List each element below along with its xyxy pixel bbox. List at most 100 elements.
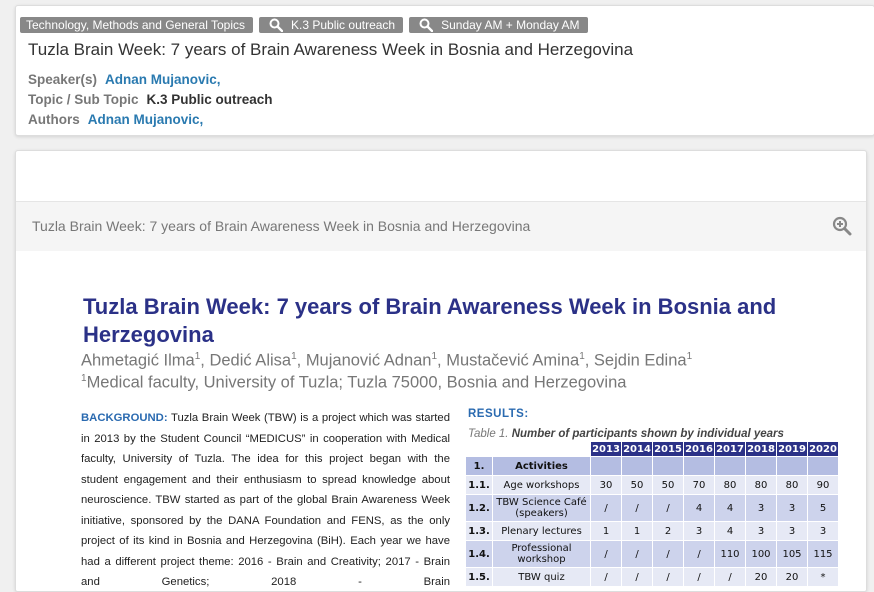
poster-viewer-card: Tuzla Brain Week: 7 years of Brain Aware… [15, 150, 867, 592]
tag-category-label: Technology, Methods and General Topics [26, 18, 246, 32]
value-cell: / [683, 567, 715, 587]
background-section: BACKGROUND: Tuzla Brain Week (TBW) is a … [81, 408, 450, 591]
value-cell: 110 [714, 540, 746, 568]
speaker-link[interactable]: Adnan Mujanovic, [105, 72, 221, 87]
value-cell: 3 [776, 521, 808, 541]
row-label-cell: Professional workshop [492, 540, 591, 568]
empty-cell [590, 456, 622, 476]
speakers-label: Speaker(s) [28, 72, 98, 87]
author-name: Mustačević Amina [446, 351, 580, 370]
author-sup: 1 [194, 351, 201, 362]
table-caption: Table 1. Number of participants shown by… [468, 428, 784, 440]
value-cell: 1 [621, 521, 653, 541]
row-label-cell: Age workshops [492, 475, 591, 495]
year-header-cell: 2018 [745, 441, 777, 457]
author-name: Mujanović Adnan [305, 351, 432, 370]
value-cell: 115 [807, 540, 839, 568]
results-label: RESULTS: [468, 408, 529, 420]
zoom-in-icon[interactable] [832, 216, 852, 236]
table-row: 1.1. Age workshops 30 50 50 70 80 80 80 90 [465, 475, 839, 495]
author-link[interactable]: Adnan Mujanovic, [88, 112, 204, 127]
table-row: 1.2. TBW Science Café (speakers) / //4 4 3 3 5 [465, 494, 839, 522]
poster-authors: Ahmetagić Ilma1, Dedić Alisa1, Mujanović… [81, 351, 693, 370]
value-cell: 20 [745, 567, 777, 587]
poster-title: Tuzla Brain Week: 7 years of Brain Aware… [83, 294, 777, 347]
value-cell: 80 [714, 475, 746, 495]
empty-cell [714, 456, 746, 476]
results-table: 2013 2014 2015 2016 2017 2018 2019 2020 1. Activi… [465, 441, 839, 587]
value-cell: 50 [621, 475, 653, 495]
value-cell: / [652, 567, 684, 587]
empty-cell [745, 456, 777, 476]
topic-label: Topic / Sub Topic [28, 92, 139, 107]
row-number-cell: 1.4. [465, 540, 493, 568]
row-number-cell: 1.1. [465, 475, 493, 495]
value-cell: / [652, 494, 684, 522]
value-cell: / [621, 540, 653, 568]
poster-image[interactable]: Tuzla Brain Week: 7 years of Brain Aware… [16, 251, 866, 591]
value-cell: 4 [714, 521, 746, 541]
author-name: Ahmetagić Ilma [81, 351, 195, 370]
affiliation-text: Medical faculty, University of Tuzla; Tu… [86, 373, 627, 392]
value-cell: 80 [745, 475, 777, 495]
author-name: Dedić Alisa [209, 351, 292, 370]
row-number-cell: 1.2. [465, 494, 493, 522]
value-cell: 4 [683, 494, 715, 522]
speakers-row: Speaker(s) Adnan Mujanovic, [28, 72, 221, 87]
value-cell: / [652, 540, 684, 568]
table-header-row: 2013 2014 2015 2016 2017 2018 2019 2020 [465, 441, 839, 457]
value-cell: 1 [590, 521, 622, 541]
value-cell: 20 [776, 567, 808, 587]
empty-cell [683, 456, 715, 476]
authors-label: Authors [28, 112, 80, 127]
empty-cell [621, 456, 653, 476]
year-header-cell: 2013 [590, 441, 622, 457]
poster-affiliation: 1Medical faculty, University of Tuzla; T… [81, 373, 626, 393]
row-label-cell: Plenary lectures [492, 521, 591, 541]
value-cell: 50 [652, 475, 684, 495]
table-corner-cell [492, 441, 591, 457]
author-sup: 1 [291, 351, 297, 362]
authors-row: Authors Adnan Mujanovic, [28, 112, 203, 127]
tag-list: Technology, Methods and General Topics K… [20, 17, 588, 33]
table-caption-prefix: Table 1. [468, 428, 509, 440]
author-sup: 1 [686, 351, 693, 362]
author-sup: 1 [431, 351, 438, 362]
value-cell: 3 [776, 494, 808, 522]
value-cell: 4 [714, 494, 746, 522]
table-corner-cell [465, 441, 493, 457]
value-cell: 5 [807, 494, 839, 522]
tag-topic-label: K.3 Public outreach [291, 18, 396, 32]
value-cell: / [590, 540, 622, 568]
year-header-cell: 2016 [683, 441, 715, 457]
value-cell: 90 [807, 475, 839, 495]
value-cell: 2 [652, 521, 684, 541]
value-cell: 3 [745, 494, 777, 522]
value-cell: 3 [683, 521, 715, 541]
row-number-cell: 1.5. [465, 567, 493, 587]
session-info-card: Technology, Methods and General Topics K… [15, 5, 874, 136]
tag-category[interactable]: Technology, Methods and General Topics [20, 17, 254, 33]
table-row: 1.4. Professional workshop / / //110 100 105 11… [465, 540, 839, 568]
author-sup: 1 [579, 351, 585, 362]
empty-cell [807, 456, 839, 476]
session-title: Tuzla Brain Week: 7 years of Brain Aware… [28, 40, 634, 59]
activity-number-cell: 1. [465, 456, 493, 476]
empty-cell [652, 456, 684, 476]
tag-session[interactable]: Sunday AM + Monday AM [409, 17, 588, 33]
value-cell: / [683, 540, 715, 568]
value-cell: 30 [590, 475, 622, 495]
poster-caption: Tuzla Brain Week: 7 years of Brain Aware… [32, 218, 531, 234]
year-header-cell: 2019 [776, 441, 808, 457]
value-cell: 105 [776, 540, 808, 568]
year-header-cell: 2014 [621, 441, 653, 457]
tag-topic[interactable]: K.3 Public outreach [259, 17, 404, 33]
table-row: 1.5. TBW quiz / / / //20 20 * [465, 567, 839, 587]
activity-label-cell: Activities [492, 456, 591, 476]
table-subheader-row: 1. Activities [465, 456, 839, 476]
table-row: 1.3. Plenary lectures 1 1 2 3 4 3 3 3 [465, 521, 839, 541]
author-name: Sejdin Edina [593, 351, 687, 370]
search-icon [419, 18, 434, 32]
value-cell: 80 [776, 475, 808, 495]
table-caption-text: Number of participants shown by individu… [511, 428, 784, 440]
